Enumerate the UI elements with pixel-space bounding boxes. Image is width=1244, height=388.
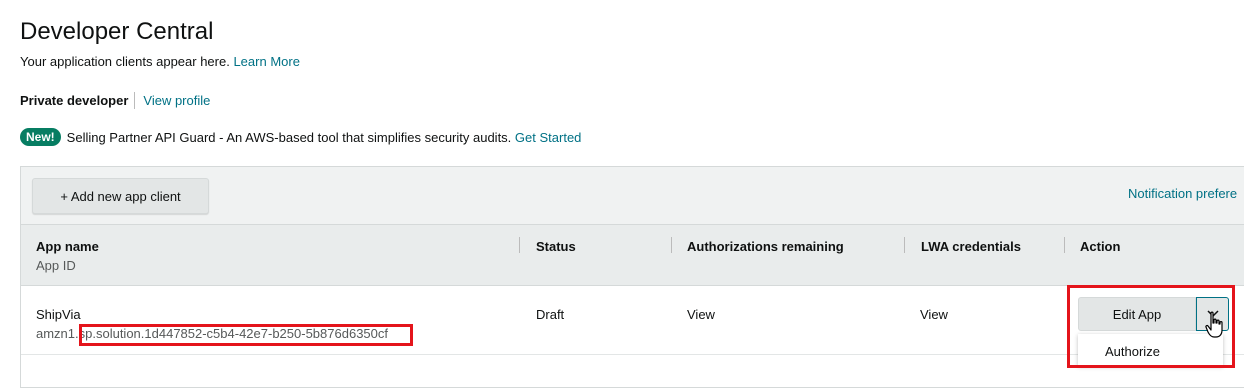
learn-more-link[interactable]: Learn More xyxy=(233,54,299,69)
new-badge: New! xyxy=(20,128,61,146)
table-header: App name App ID Status Authorizations re… xyxy=(21,225,1244,286)
developer-info: Private developer View profile xyxy=(20,92,210,109)
col-authorizations: Authorizations remaining xyxy=(687,239,844,254)
col-divider xyxy=(904,237,905,253)
hand-pointer-icon xyxy=(1205,311,1223,338)
notification-preferences-link[interactable]: Notification prefere xyxy=(1128,186,1237,201)
col-action: Action xyxy=(1080,239,1121,254)
announcement-text: Selling Partner API Guard - An AWS-based… xyxy=(66,129,512,145)
developer-type: Private developer xyxy=(20,93,129,108)
authorizations-view-link[interactable]: View xyxy=(687,307,715,322)
get-started-link[interactable]: Get Started xyxy=(515,130,581,145)
col-divider xyxy=(519,237,520,253)
page-title: Developer Central xyxy=(20,18,214,45)
status-cell: Draft xyxy=(536,307,565,322)
col-divider xyxy=(1064,237,1065,253)
col-app-id: App ID xyxy=(36,258,76,273)
panel-toolbar: + Add new app client Notification prefer… xyxy=(21,167,1244,225)
table-row: ShipVia amzn1.sp.solution.1d447852-c5b4-… xyxy=(21,286,1244,355)
col-app-name: App name xyxy=(36,239,99,254)
view-profile-link[interactable]: View profile xyxy=(143,93,210,108)
app-clients-panel: + Add new app client Notification prefer… xyxy=(20,166,1244,388)
lwa-view-link[interactable]: View xyxy=(920,307,948,322)
col-divider xyxy=(671,237,672,253)
app-name-cell: ShipVia xyxy=(36,307,81,322)
add-app-client-button[interactable]: + Add new app client xyxy=(32,178,209,214)
announcement-banner: New! Selling Partner API Guard - An AWS-… xyxy=(20,128,581,146)
page-subtitle: Your application clients appear here. Le… xyxy=(20,54,300,69)
subtitle-text: Your application clients appear here. xyxy=(20,54,230,69)
app-id-highlight-box xyxy=(79,324,413,346)
divider xyxy=(134,92,136,109)
col-status: Status xyxy=(536,239,576,254)
col-lwa-credentials: LWA credentials xyxy=(921,239,1021,254)
